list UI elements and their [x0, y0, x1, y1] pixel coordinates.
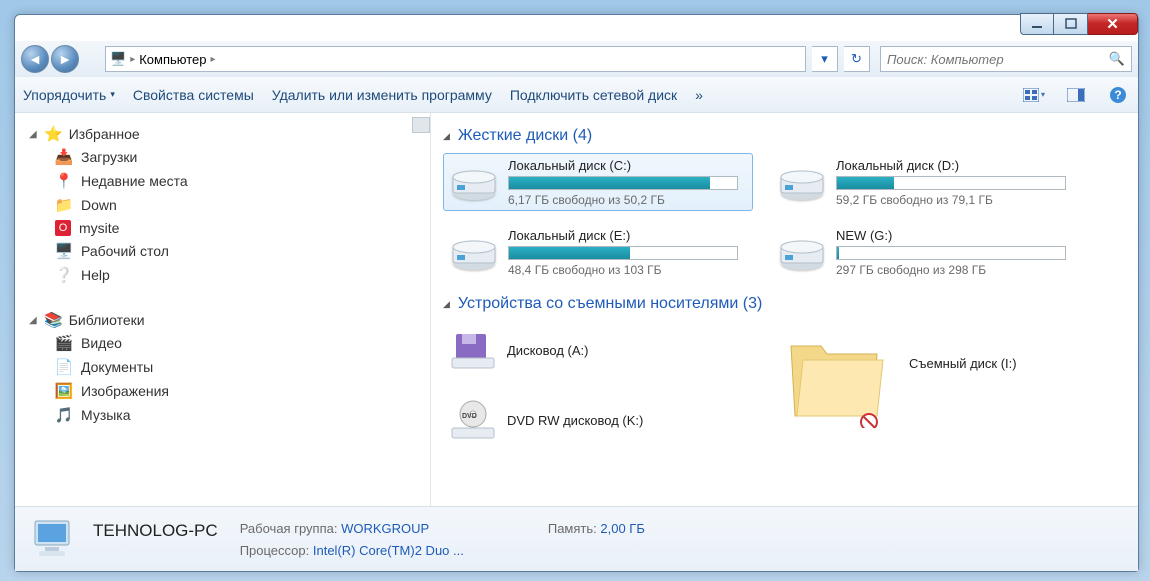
forward-button[interactable]: ► — [51, 45, 79, 73]
back-button[interactable]: ◄ — [21, 45, 49, 73]
toolbar: Упорядочить ▾ Свойства системы Удалить и… — [15, 77, 1138, 113]
view-options-button[interactable]: ▾ — [1022, 83, 1046, 107]
toolbar-overflow[interactable]: » — [695, 87, 703, 103]
capacity-bar — [836, 176, 1066, 190]
drive-name: NEW (G:) — [836, 228, 1074, 243]
help-button[interactable]: ? — [1106, 83, 1130, 107]
search-input[interactable] — [887, 52, 1109, 67]
drive-name: Съемный диск (I:) — [909, 356, 1105, 371]
chevron-right-icon: ▸ — [211, 54, 216, 65]
drive-free-text: 48,4 ГБ свободно из 103 ГБ — [508, 263, 746, 277]
svg-text:DVD: DVD — [462, 413, 477, 420]
cpu-value: Intel(R) Core(TM)2 Duo ... — [313, 543, 464, 558]
folder-icon: 📁 — [55, 196, 73, 214]
navigation-pane: ◢⭐Избранное 📥Загрузки 📍Недавние места 📁D… — [15, 113, 431, 506]
desktop-icon: 🖥️ — [55, 242, 73, 260]
search-box[interactable]: 🔍 — [880, 46, 1132, 72]
drive-item[interactable]: Дисковод (A:) — [443, 321, 753, 379]
sidebar-item-recent[interactable]: 📍Недавние места — [15, 169, 430, 193]
organize-menu[interactable]: Упорядочить ▾ — [23, 87, 115, 103]
capacity-bar — [836, 246, 1066, 260]
refresh-button[interactable]: ↻ — [844, 46, 870, 72]
drive-name: DVD RW дисковод (K:) — [507, 413, 747, 428]
document-icon: 📄 — [55, 358, 73, 376]
sidebar-item-help[interactable]: ❔Help — [15, 263, 430, 287]
close-button[interactable]: ✕ — [1088, 13, 1138, 35]
hard-drive-icon — [778, 231, 826, 273]
libraries-header[interactable]: ◢📚Библиотеки — [15, 309, 430, 331]
pictures-icon: 🖼️ — [55, 382, 73, 400]
music-icon: 🎵 — [55, 406, 73, 424]
memory-label: Память: — [548, 521, 597, 536]
details-name: TEHNOLOG-PC — [93, 521, 218, 541]
content-area: ◢Жесткие диски (4) Локальный диск (C:) 6,… — [431, 113, 1138, 506]
computer-icon — [29, 515, 81, 563]
sidebar-item-desktop[interactable]: 🖥️Рабочий стол — [15, 239, 430, 263]
dvd-drive-icon: DVD — [449, 399, 497, 441]
star-icon: ⭐ — [45, 125, 63, 143]
folder-open-icon — [777, 324, 899, 436]
sidebar-item-music[interactable]: 🎵Музыка — [15, 403, 430, 427]
sidebar-item-mysite[interactable]: Omysite — [15, 217, 430, 239]
minimize-button[interactable] — [1020, 13, 1054, 35]
drive-item[interactable]: Локальный диск (C:) 6,17 ГБ свободно из 5… — [443, 153, 753, 211]
address-bar[interactable]: 🖥️ ▸ Компьютер ▸ — [105, 46, 806, 72]
capacity-bar — [508, 246, 738, 260]
explorer-window: ✕ ◄ ► 🖥️ ▸ Компьютер ▸ ▾ ↻ 🔍 Упорядочить… — [14, 14, 1139, 572]
sidebar-item-down[interactable]: 📁Down — [15, 193, 430, 217]
search-icon: 🔍 — [1109, 51, 1125, 67]
drive-free-text: 6,17 ГБ свободно из 50,2 ГБ — [508, 193, 746, 207]
drive-name: Локальный диск (C:) — [508, 158, 746, 173]
uninstall-program-button[interactable]: Удалить или изменить программу — [272, 87, 492, 103]
map-network-drive-button[interactable]: Подключить сетевой диск — [510, 87, 677, 103]
drive-item[interactable]: NEW (G:) 297 ГБ свободно из 298 ГБ — [771, 223, 1081, 281]
opera-icon: O — [55, 220, 71, 236]
drive-item[interactable]: DVD DVD RW дисковод (K:) — [443, 391, 753, 449]
drive-item[interactable]: Локальный диск (E:) 48,4 ГБ свободно из 1… — [443, 223, 753, 281]
hard-drive-icon — [450, 231, 498, 273]
category-removable[interactable]: ◢Устройства со съемными носителями (3) — [443, 295, 1126, 313]
sidebar-item-videos[interactable]: 🎬Видео — [15, 331, 430, 355]
svg-text:?: ? — [1114, 88, 1121, 102]
category-hard-drives[interactable]: ◢Жесткие диски (4) — [443, 127, 1126, 145]
drive-name: Локальный диск (E:) — [508, 228, 746, 243]
titlebar: ✕ — [15, 15, 1138, 41]
sidebar-item-downloads[interactable]: 📥Загрузки — [15, 145, 430, 169]
sidebar-item-documents[interactable]: 📄Документы — [15, 355, 430, 379]
sidebar-item-pictures[interactable]: 🖼️Изображения — [15, 379, 430, 403]
maximize-button[interactable] — [1054, 13, 1088, 35]
drive-name: Дисковод (A:) — [507, 343, 747, 358]
drive-name: Локальный диск (D:) — [836, 158, 1074, 173]
drive-item[interactable]: Локальный диск (D:) 59,2 ГБ свободно из 7… — [771, 153, 1081, 211]
show-locations-button[interactable]: ▾ — [812, 46, 838, 72]
drive-free-text: 59,2 ГБ свободно из 79,1 ГБ — [836, 193, 1074, 207]
workgroup-label: Рабочая группа: — [240, 521, 338, 536]
capacity-bar — [508, 176, 738, 190]
details-pane: TEHNOLOG-PC Рабочая группа: WORKGROUP Па… — [15, 507, 1138, 571]
hard-drive-icon — [450, 161, 498, 203]
breadcrumb-location[interactable]: Компьютер — [139, 52, 206, 67]
recent-icon: 📍 — [55, 172, 73, 190]
nav-row: ◄ ► 🖥️ ▸ Компьютер ▸ ▾ ↻ 🔍 — [15, 41, 1138, 77]
system-properties-button[interactable]: Свойства системы — [133, 87, 254, 103]
memory-value: 2,00 ГБ — [600, 521, 644, 536]
help-icon: ❔ — [55, 266, 73, 284]
video-icon: 🎬 — [55, 334, 73, 352]
cpu-label: Процессор: — [240, 543, 310, 558]
collapse-icon: ◢ — [29, 129, 37, 140]
libraries-icon: 📚 — [45, 311, 63, 329]
chevron-right-icon: ▸ — [130, 54, 135, 65]
drive-free-text: 297 ГБ свободно из 298 ГБ — [836, 263, 1074, 277]
downloads-icon: 📥 — [55, 148, 73, 166]
collapse-icon: ◢ — [29, 315, 37, 326]
hard-drive-icon — [778, 161, 826, 203]
drive-item[interactable]: Съемный диск (I:) — [771, 321, 1111, 379]
floppy-drive-icon — [449, 329, 497, 371]
workgroup-value: WORKGROUP — [341, 521, 429, 536]
computer-icon: 🖥️ — [110, 51, 126, 67]
preview-pane-button[interactable] — [1064, 83, 1088, 107]
favorites-header[interactable]: ◢⭐Избранное — [15, 123, 430, 145]
